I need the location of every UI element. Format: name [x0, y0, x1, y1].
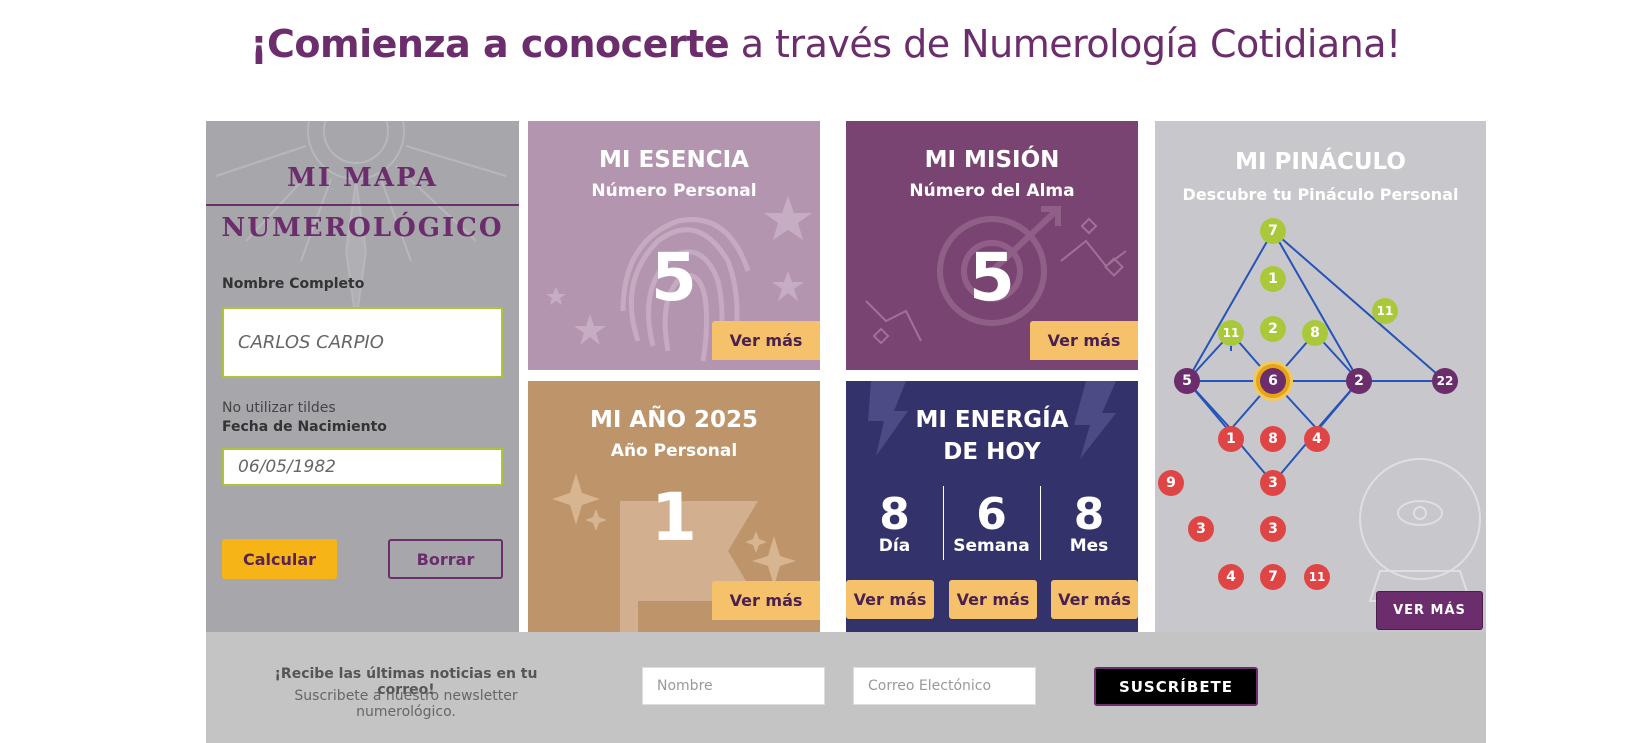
- headline-bold: ¡Comienza a conocerte: [250, 22, 730, 66]
- pinnacle-node-n8: 8: [1302, 320, 1328, 346]
- essence-number: 5: [651, 239, 697, 316]
- energy-month-more-button[interactable]: Ver más: [1051, 580, 1138, 619]
- pinnacle-node-far: 22: [1432, 368, 1458, 394]
- energy-day-label: Día: [878, 536, 911, 556]
- energy-day: 8 Día: [846, 489, 943, 556]
- pinnacle-node-n11l: 11: [1218, 320, 1244, 346]
- headline-rest: a través de Numerología Cotidiana!: [729, 22, 1402, 66]
- birth-date-label: Fecha de Nacimiento: [222, 419, 387, 435]
- pinnacle-subtitle: Descubre tu Pináculo Personal: [1182, 185, 1459, 204]
- main-grid: MI MAPA NUMEROLÓGICO Nombre Completo CAR…: [206, 121, 1486, 743]
- pinnacle-node-r1: 1: [1218, 426, 1244, 452]
- energy-title-line2: DE HOY: [943, 439, 1041, 465]
- mission-number: 5: [969, 239, 1015, 316]
- pinnacle-node-r3c: 3: [1260, 516, 1286, 542]
- mission-subtitle: Número del Alma: [909, 181, 1075, 201]
- map-title-line2: NUMEROLÓGICO: [221, 213, 504, 243]
- newsletter-subline: Suscribete a nuestro newsletter numeroló…: [294, 688, 518, 720]
- title-divider: [206, 204, 519, 206]
- pinnacle-node-n1: 1: [1260, 266, 1286, 292]
- pinnacle-node-r7: 7: [1260, 564, 1286, 590]
- essence-more-button[interactable]: Ver más: [712, 321, 820, 360]
- energy-month: 8 Mes: [1040, 489, 1138, 556]
- pinnacle-node-left: 5: [1174, 368, 1200, 394]
- energy-day-more-button[interactable]: Ver más: [846, 580, 934, 619]
- essence-subtitle: Número Personal: [591, 181, 757, 201]
- pinnacle-node-r4: 4: [1304, 426, 1330, 452]
- energy-day-number: 8: [879, 489, 910, 540]
- newsletter-email-input[interactable]: [853, 667, 1036, 705]
- pinnacle-node-r4b: 4: [1218, 564, 1244, 590]
- mission-more-button[interactable]: Ver más: [1030, 321, 1138, 360]
- year-subtitle: Año Personal: [610, 441, 738, 461]
- clear-button[interactable]: Borrar: [388, 539, 503, 579]
- pinnacle-node-n2: 2: [1260, 316, 1286, 342]
- pinnacle-card: MI PINÁCULO Descubre tu Pináculo Persona…: [1155, 121, 1486, 632]
- numerology-map-form: MI MAPA NUMEROLÓGICO Nombre Completo CAR…: [206, 121, 519, 632]
- map-title-line1: MI MAPA: [287, 163, 438, 193]
- mission-title: MI MISIÓN: [924, 147, 1060, 173]
- energy-month-number: 8: [1073, 489, 1105, 540]
- pinnacle-node-r3a: 3: [1260, 470, 1286, 496]
- essence-title: MI ESENCIA: [599, 147, 749, 173]
- energy-week-more-button[interactable]: Ver más: [949, 580, 1037, 619]
- birth-date-input[interactable]: 06/05/1982: [222, 448, 503, 486]
- energy-card: MI ENERGÍA DE HOY 8 Día 6 Semana 8 Mes V…: [846, 381, 1138, 632]
- year-more-button[interactable]: Ver más: [712, 581, 820, 620]
- newsletter-bar: ¡Recibe las últimas noticias en tu corre…: [206, 632, 1486, 743]
- energy-title-line1: MI ENERGÍA: [915, 407, 1069, 433]
- calculate-button[interactable]: Calcular: [222, 539, 337, 579]
- full-name-input[interactable]: CARLOS CARPIO: [222, 307, 503, 378]
- energy-month-label: Mes: [1069, 536, 1109, 556]
- year-title: MI AÑO 2025: [589, 407, 759, 433]
- pinnacle-node-n11r: 11: [1372, 298, 1398, 324]
- personal-year-card: MI AÑO 2025 Año Personal 1 Ver más: [528, 381, 820, 632]
- crystal-ball-icon: [1359, 458, 1481, 602]
- pinnacle-node-center: 6: [1260, 368, 1286, 394]
- pinnacle-node-r9: 9: [1158, 470, 1184, 496]
- energy-week-number: 6: [976, 489, 1007, 540]
- pinnacle-node-r3b: 3: [1188, 516, 1214, 542]
- mission-card: MI MISIÓN Número del Alma 5 Ver más: [846, 121, 1138, 370]
- pinnacle-node-top: 7: [1260, 218, 1286, 244]
- newsletter-name-input[interactable]: [642, 667, 825, 705]
- pinnacle-node-r8: 8: [1260, 426, 1286, 452]
- essence-card: MI ESENCIA Número Personal 5 Ver más: [528, 121, 820, 370]
- year-number: 1: [651, 479, 697, 556]
- energy-week: 6 Semana: [943, 489, 1040, 556]
- subscribe-button[interactable]: SUSCRÍBETE: [1094, 667, 1258, 706]
- pinnacle-title: MI PINÁCULO: [1235, 149, 1406, 175]
- full-name-label: Nombre Completo: [222, 276, 365, 292]
- name-hint: No utilizar tildes: [222, 400, 336, 416]
- page-headline: ¡Comienza a conocerte a través de Numero…: [0, 22, 1651, 66]
- pinnacle-more-button[interactable]: VER MÁS: [1376, 591, 1483, 630]
- energy-week-label: Semana: [953, 536, 1030, 556]
- pinnacle-node-r11: 11: [1304, 564, 1330, 590]
- pinnacle-node-right2: 2: [1346, 368, 1372, 394]
